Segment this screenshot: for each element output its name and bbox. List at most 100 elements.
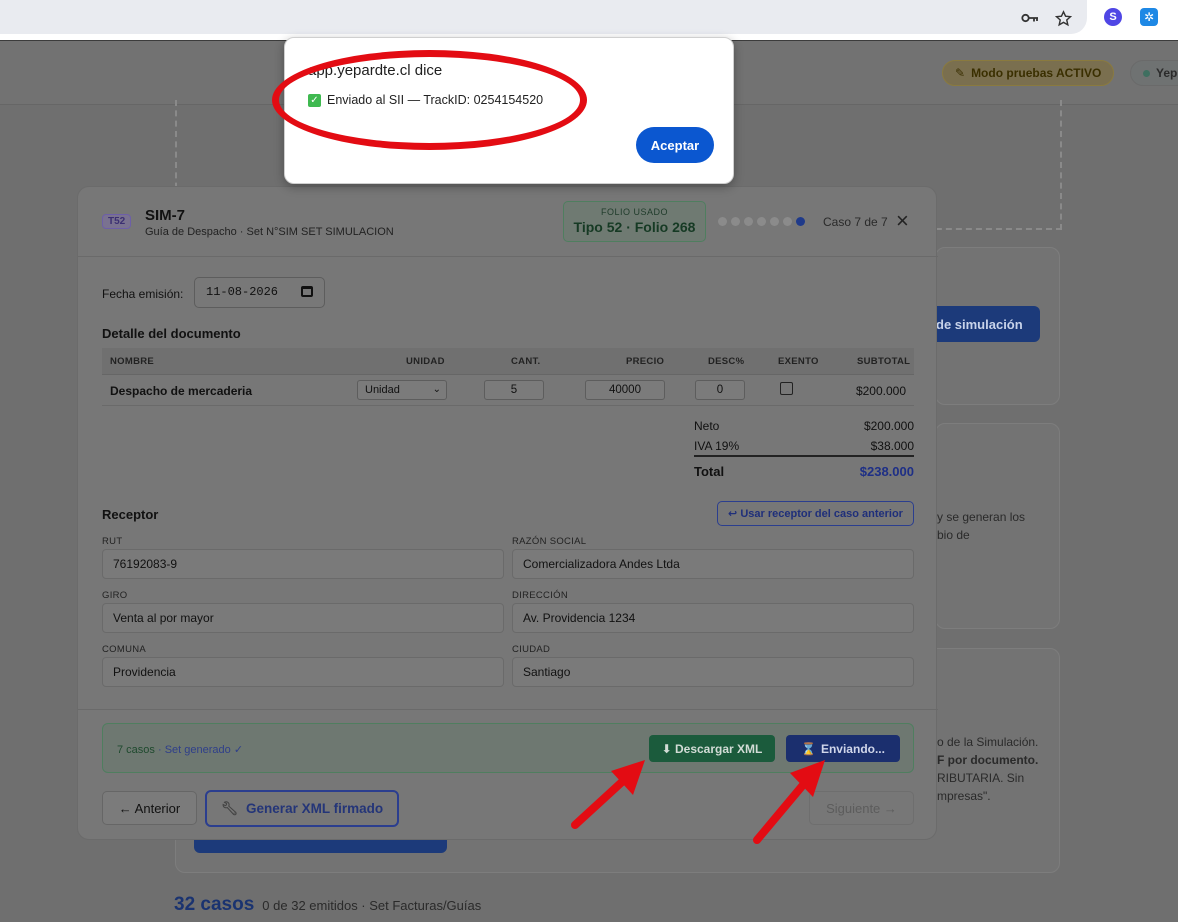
desc-input[interactable]: 0 xyxy=(695,380,745,400)
generate-label: Generar XML firmado xyxy=(246,801,384,816)
calendar-icon[interactable] xyxy=(301,286,313,297)
case-modal: T52 SIM-7 Guía de Despacho · Set N°SIM S… xyxy=(77,186,938,840)
casos-detail: 0 de 32 emitidos · Set Facturas/Guías xyxy=(262,898,482,913)
pencil-icon: ✎ xyxy=(955,66,966,80)
col-nombre: NOMBRE xyxy=(110,356,155,367)
giro-label: GIRO xyxy=(102,590,128,601)
status-dot-icon xyxy=(1143,69,1150,77)
extension-s-icon[interactable]: S xyxy=(1104,8,1122,26)
neto-row: Neto $200.000 xyxy=(694,419,914,433)
use-previous-receptor-button[interactable]: ↩ Usar receptor del caso anterior xyxy=(717,501,914,526)
modal-title: SIM-7 xyxy=(145,207,186,224)
key-icon[interactable] xyxy=(1020,8,1040,28)
unidad-select[interactable]: Unidad ⌄ xyxy=(357,380,447,400)
total-row: Total $238.000 xyxy=(694,464,914,479)
hourglass-icon: ⌛ xyxy=(801,741,816,756)
rut-field[interactable]: 76192083-9 xyxy=(102,549,504,579)
razon-field[interactable]: Comercializadora Andes Ltda xyxy=(512,549,914,579)
folio-badge: FOLIO USADO Tipo 52 · Folio 268 xyxy=(563,201,706,242)
items-table-header: NOMBRE UNIDAD CANT. PRECIO DESC% EXENTO … xyxy=(102,348,914,375)
exento-checkbox[interactable] xyxy=(780,382,793,395)
highlight-ellipse xyxy=(272,50,587,150)
precio-input[interactable]: 40000 xyxy=(585,380,665,400)
fecha-value: 11-08-2026 xyxy=(206,285,279,299)
snowflake-icon[interactable]: ✲ xyxy=(1140,8,1158,26)
footer-divider xyxy=(78,709,938,710)
bg-text-a2: bio de xyxy=(937,528,970,542)
col-precio: PRECIO xyxy=(626,356,665,367)
close-icon[interactable]: × xyxy=(896,210,909,232)
iva-label: IVA 19% xyxy=(694,439,740,453)
neto-label: Neto xyxy=(694,419,720,433)
casos-count: 32 casos xyxy=(174,894,255,915)
bg-text-a1: y se generan los xyxy=(937,510,1026,524)
fecha-input[interactable]: 11-08-2026 xyxy=(194,277,325,308)
star-icon[interactable] xyxy=(1053,8,1073,28)
accept-button[interactable]: Aceptar xyxy=(636,127,714,163)
comuna-field[interactable]: Providencia xyxy=(102,657,504,687)
previous-button[interactable]: ← Anterior xyxy=(102,791,197,825)
download-xml-button[interactable]: ⬇ Descargar XML xyxy=(649,735,775,762)
status-set: · Set generado ✓ xyxy=(157,744,244,756)
col-unidad: UNIDAD xyxy=(406,356,445,367)
cant-input[interactable]: 5 xyxy=(484,380,544,400)
bg-text-b3: RIBUTARIA. Sin xyxy=(937,771,1025,785)
case-counter: Caso 7 de 7 xyxy=(823,215,888,229)
col-cant: CANT. xyxy=(511,356,541,367)
table-row: Despacho de mercaderia Unidad ⌄ 5 40000 0… xyxy=(102,375,914,406)
address-bar[interactable] xyxy=(0,0,1087,34)
totals-divider xyxy=(694,455,914,457)
chevron-down-icon: ⌄ xyxy=(432,384,441,395)
simulation-button[interactable]: de simulación xyxy=(930,306,1040,342)
total-label: Total xyxy=(694,464,725,479)
ciudad-field[interactable]: Santiago xyxy=(512,657,914,687)
giro-field[interactable]: Venta al por mayor xyxy=(102,603,504,633)
test-mode-label: Modo pruebas ACTIVO xyxy=(971,66,1102,80)
step-dots xyxy=(718,217,805,226)
step-dot xyxy=(757,217,766,226)
fecha-label: Fecha emisión: xyxy=(102,287,184,301)
casos-summary: 32 casos 0 de 32 emitidos · Set Facturas/… xyxy=(174,894,481,916)
browser-toolbar: S ✲ xyxy=(0,0,1178,40)
ciudad-label: CIUDAD xyxy=(512,644,551,655)
sending-button[interactable]: ⌛ Enviando... xyxy=(786,735,900,762)
comuna-label: COMUNA xyxy=(102,644,147,655)
brand-badge: Yep xyxy=(1130,60,1178,86)
unidad-value: Unidad xyxy=(365,384,400,396)
bg-text-b4: mpresas". xyxy=(937,789,991,803)
rut-label: RUT xyxy=(102,536,123,547)
generate-xml-button[interactable]: 🔧︎ Generar XML firmado xyxy=(205,790,399,827)
status-panel: 7 casos · Set generado ✓ ⬇ Descargar XML… xyxy=(102,723,914,773)
test-mode-badge: ✎ Modo pruebas ACTIVO xyxy=(942,60,1115,86)
col-desc: DESC% xyxy=(708,356,745,367)
next-button[interactable]: Siguiente → xyxy=(809,791,914,825)
item-subtotal: $200.000 xyxy=(855,384,906,398)
wrench-icon: 🔧︎ xyxy=(220,800,239,816)
bg-text-b1: o de la Simulación. xyxy=(937,735,1039,749)
step-dot xyxy=(718,217,727,226)
direccion-field[interactable]: Av. Providencia 1234 xyxy=(512,603,914,633)
direccion-label: DIRECCIÓN xyxy=(512,590,569,601)
razon-label: RAZÓN SOCIAL xyxy=(512,536,587,547)
status-casos: 7 casos xyxy=(117,744,155,756)
iva-row: IVA 19% $38.000 xyxy=(694,439,914,453)
receptor-title: Receptor xyxy=(102,507,159,522)
step-dot xyxy=(796,217,805,226)
col-subtotal: SUBTOTAL xyxy=(857,356,911,367)
neto-value: $200.000 xyxy=(863,419,914,433)
step-dot xyxy=(783,217,792,226)
brand-label: Yep xyxy=(1156,66,1178,80)
folio-label: FOLIO USADO xyxy=(600,207,668,217)
iva-value: $38.000 xyxy=(870,439,914,453)
total-value: $238.000 xyxy=(859,464,914,479)
step-dot xyxy=(744,217,753,226)
step-dot xyxy=(770,217,779,226)
item-nombre: Despacho de mercaderia xyxy=(110,384,253,398)
sending-label: Enviando... xyxy=(820,741,885,756)
modal-header: T52 SIM-7 Guía de Despacho · Set N°SIM S… xyxy=(78,187,938,257)
folio-value: Tipo 52 · Folio 268 xyxy=(573,219,696,235)
bg-text-b2: F por documento. xyxy=(937,753,1039,767)
col-exento: EXENTO xyxy=(778,356,819,367)
step-dot xyxy=(731,217,740,226)
detalle-title: Detalle del documento xyxy=(102,326,241,341)
